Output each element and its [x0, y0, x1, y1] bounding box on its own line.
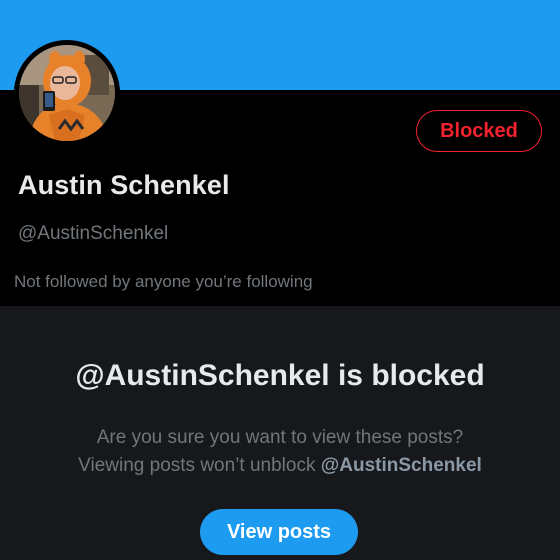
followers-you-know-text[interactable]: Not followed by anyone you’re following: [14, 272, 313, 292]
profile-handle: @AustinSchenkel: [18, 223, 169, 244]
user-avatar-photo-icon: [19, 45, 115, 141]
blocked-notice-panel: @AustinSchenkel is blocked Are you sure …: [0, 306, 560, 560]
blocked-notice-handle: @AustinSchenkel: [320, 455, 482, 476]
profile-display-name: Austin Schenkel: [18, 170, 230, 200]
blocked-notice-line2-text: Viewing posts won’t unblock: [78, 455, 321, 476]
blocked-notice-line1: Are you sure you want to view these post…: [96, 427, 464, 448]
blocked-notice-title: @AustinSchenkel is blocked: [75, 359, 485, 392]
blocked-notice-line2: Viewing posts won’t unblock @AustinSchen…: [0, 452, 560, 480]
view-posts-button[interactable]: View posts: [200, 509, 358, 555]
profile-page: Blocked Austin Schenkel @AustinSchenkel …: [0, 0, 560, 560]
blocked-notice-message: Are you sure you want to view these post…: [0, 424, 560, 480]
profile-avatar[interactable]: [14, 40, 120, 146]
blocked-button[interactable]: Blocked: [416, 110, 542, 152]
